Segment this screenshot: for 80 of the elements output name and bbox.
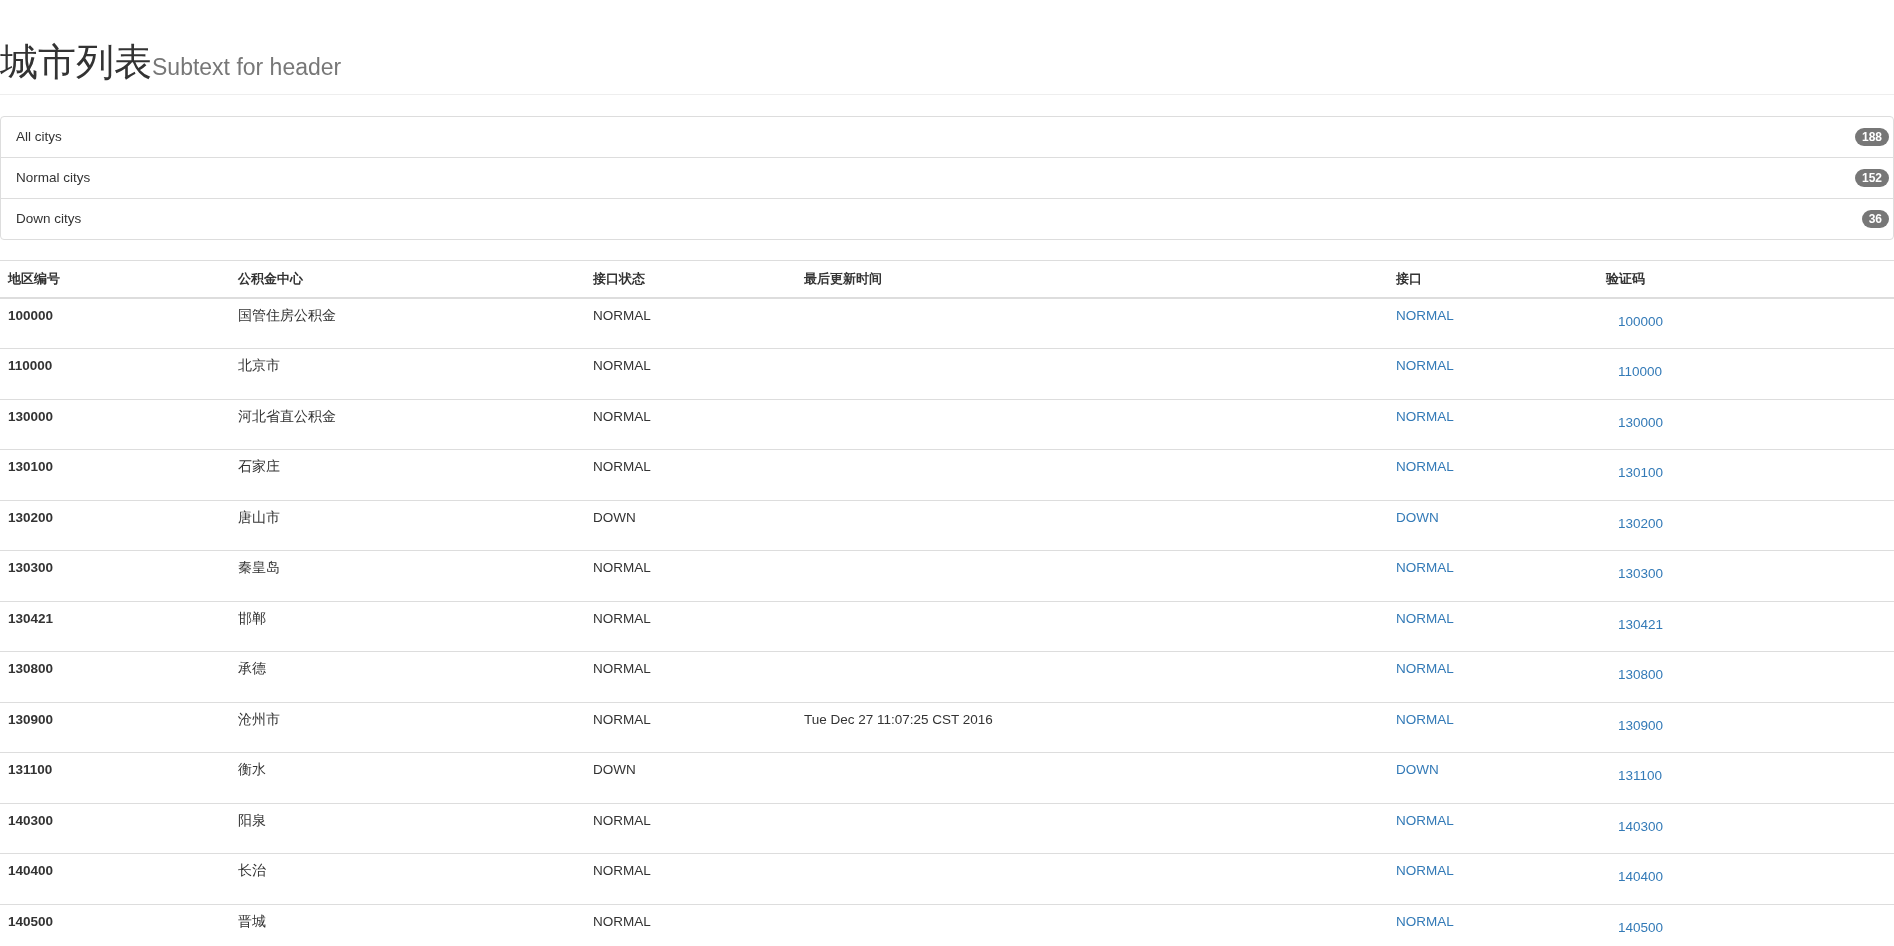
count-badge: 36 [1861,209,1889,228]
interface-link[interactable]: DOWN [1396,762,1439,778]
status-cell: NORMAL [593,459,651,475]
captcha-link[interactable]: 140500 [1606,912,1676,943]
center-name-cell: 石家庄 [238,459,280,475]
region-code-cell: 140300 [8,812,54,828]
summary-label: Normal citys [16,170,91,186]
captcha-link[interactable]: 140300 [1606,811,1676,842]
region-code-cell: 130000 [8,408,54,424]
status-cell: NORMAL [593,560,651,576]
interface-link[interactable]: NORMAL [1396,408,1454,424]
region-code-cell: 140500 [8,913,54,929]
page-subtext: Subtext for header [152,54,342,81]
captcha-link[interactable]: 100000 [1606,306,1676,337]
status-cell: NORMAL [593,358,651,374]
column-header: 接口 [1396,270,1422,286]
captcha-link[interactable]: 110000 [1606,357,1675,388]
count-badge: 152 [1854,168,1889,187]
captcha-link[interactable]: 130200 [1606,508,1676,539]
region-code-cell: 130100 [8,459,54,475]
status-cell: DOWN [593,509,636,525]
status-cell: NORMAL [593,913,651,929]
region-code-cell: 131100 [8,762,53,778]
center-name-cell: 晋城 [238,913,266,929]
status-cell: NORMAL [593,661,651,677]
interface-link[interactable]: NORMAL [1396,307,1454,323]
captcha-link[interactable]: 130900 [1606,710,1676,741]
interface-link[interactable]: DOWN [1396,509,1439,525]
center-name-cell: 沧州市 [238,711,280,727]
captcha-link[interactable]: 130800 [1606,660,1676,691]
center-name-cell: 邯郸 [238,610,266,626]
summary-label: All citys [16,129,62,145]
region-code-cell: 130900 [8,711,54,727]
captcha-link[interactable]: 130000 [1606,407,1676,438]
region-code-cell: 100000 [8,307,54,323]
column-header: 最后更新时间 [804,270,882,286]
summary-label: Down citys [16,211,82,227]
interface-link[interactable]: NORMAL [1396,661,1454,677]
column-header: 验证码 [1606,270,1645,286]
status-cell: NORMAL [593,812,651,828]
interface-link[interactable]: NORMAL [1396,812,1454,828]
status-cell: DOWN [593,762,636,778]
status-cell: NORMAL [593,711,651,727]
interface-link[interactable]: NORMAL [1396,610,1454,626]
center-name-cell: 阳泉 [238,812,266,828]
captcha-link[interactable]: 130300 [1606,559,1676,590]
center-name-cell: 长治 [238,863,266,879]
captcha-link[interactable]: 131100 [1606,761,1675,792]
center-name-cell: 衡水 [238,762,266,778]
column-header: 接口状态 [593,270,645,286]
page-title: 城市列表 [0,42,152,84]
interface-link[interactable]: NORMAL [1396,711,1454,727]
status-cell: NORMAL [593,307,651,323]
count-badge: 188 [1854,127,1889,146]
center-name-cell: 河北省直公积金 [238,408,336,424]
column-header: 地区编号 [8,270,60,286]
center-name-cell: 北京市 [238,358,280,374]
status-cell: NORMAL [593,610,651,626]
center-name-cell: 唐山市 [238,509,280,525]
region-code-cell: 140400 [8,863,54,879]
update-time-cell: Tue Dec 27 11:07:25 CST 2016 [804,711,993,727]
region-code-cell: 130421 [8,610,54,626]
status-cell: NORMAL [593,408,651,424]
region-code-cell: 110000 [8,358,53,374]
center-name-cell: 国管住房公积金 [238,307,336,323]
region-code-cell: 130300 [8,560,54,576]
interface-link[interactable]: NORMAL [1396,913,1454,929]
region-code-cell: 130200 [8,509,54,525]
column-header: 公积金中心 [238,270,303,286]
interface-link[interactable]: NORMAL [1396,863,1454,879]
captcha-link[interactable]: 130421 [1606,609,1676,640]
interface-link[interactable]: NORMAL [1396,358,1454,374]
interface-link[interactable]: NORMAL [1396,459,1454,475]
status-cell: NORMAL [593,863,651,879]
captcha-link[interactable]: 140400 [1606,862,1676,893]
interface-link[interactable]: NORMAL [1396,560,1454,576]
center-name-cell: 秦皇岛 [238,560,280,576]
captcha-link[interactable]: 130100 [1606,458,1676,489]
center-name-cell: 承德 [238,661,266,677]
region-code-cell: 130800 [8,661,54,677]
